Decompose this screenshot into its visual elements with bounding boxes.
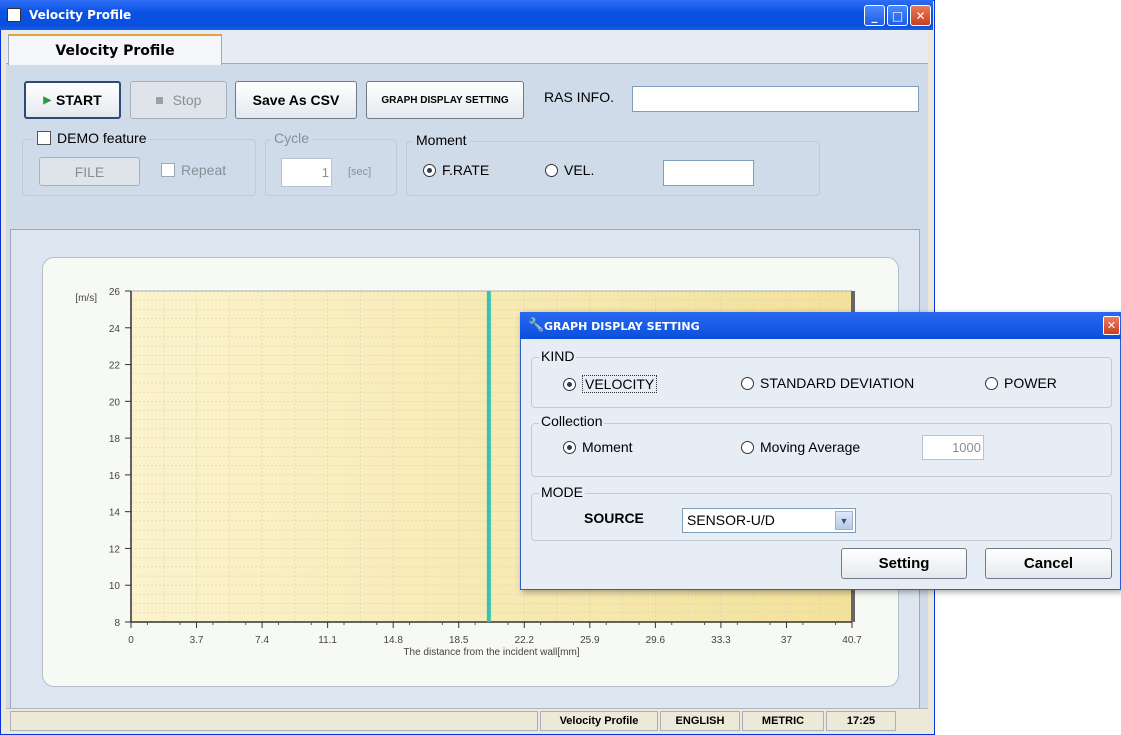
x-tick-label: 25.9 (580, 635, 600, 646)
x-axis-label: The distance from the incident wall[mm] (403, 647, 579, 658)
x-tick-label: 7.4 (255, 635, 269, 646)
moving-average-field[interactable] (922, 435, 984, 460)
x-tick-label: 37 (781, 635, 793, 646)
moving-average-radio[interactable]: Moving Average (741, 439, 860, 455)
y-tick-label: 18 (109, 434, 121, 445)
moment-radio-circle (563, 440, 576, 454)
wrench-icon: 🔧 (528, 318, 545, 333)
std-dev-radio-circle (741, 376, 754, 390)
y-tick-label: 14 (109, 508, 121, 519)
moment-radio[interactable]: Moment (563, 439, 633, 455)
setting-button[interactable]: Setting (841, 548, 967, 579)
collection-legend: Collection (539, 413, 605, 429)
x-tick-label: 22.2 (515, 635, 535, 646)
status-units: METRIC (742, 711, 824, 731)
cancel-button[interactable]: Cancel (985, 548, 1112, 579)
std-dev-label: STANDARD DEVIATION (760, 375, 915, 391)
power-label: POWER (1004, 375, 1057, 391)
kind-legend: KIND (539, 348, 577, 364)
chevron-down-icon[interactable]: ▼ (835, 511, 853, 530)
source-value: SENSOR-U/D (687, 512, 775, 528)
source-label: SOURCE (584, 510, 644, 526)
x-tick-label: 14.8 (383, 635, 403, 646)
y-tick-label: 20 (109, 397, 121, 408)
power-radio[interactable]: POWER (985, 375, 1057, 391)
y-tick-label: 16 (109, 471, 121, 482)
moment-label: Moment (582, 439, 633, 455)
x-tick-label: 33.3 (711, 635, 731, 646)
status-view: Velocity Profile (540, 711, 658, 731)
dialog-title: GRAPH DISPLAY SETTING (544, 320, 700, 333)
y-tick-label: 12 (109, 544, 121, 555)
dialog-close-button[interactable]: ✕ (1103, 316, 1120, 335)
x-tick-label: 0 (128, 635, 134, 646)
x-tick-label: 11.1 (318, 635, 337, 646)
source-select[interactable]: SENSOR-U/D ▼ (682, 508, 856, 533)
x-tick-label: 40.7 (842, 635, 862, 646)
y-tick-label: 24 (109, 324, 121, 335)
velocity-label: VELOCITY (582, 375, 658, 393)
moving-average-radio-circle (741, 440, 754, 454)
power-radio-circle (985, 376, 998, 390)
y-tick-label: 26 (109, 287, 121, 298)
status-language: ENGLISH (660, 711, 740, 731)
velocity-radio[interactable]: VELOCITY (563, 375, 658, 393)
status-time: 17:25 (826, 711, 896, 731)
x-tick-label: 29.6 (646, 635, 666, 646)
velocity-radio-circle (563, 377, 576, 391)
x-tick-label: 3.7 (190, 635, 204, 646)
y-tick-label: 8 (114, 618, 120, 629)
mode-legend: MODE (539, 484, 585, 500)
status-blank (10, 711, 538, 731)
moving-average-label: Moving Average (760, 439, 861, 455)
x-tick-label: 18.5 (449, 635, 469, 646)
y-axis-label: [m/s] (75, 293, 97, 304)
position-marker (486, 291, 491, 622)
y-tick-label: 22 (109, 361, 121, 372)
y-tick-label: 10 (109, 581, 121, 592)
std-dev-radio[interactable]: STANDARD DEVIATION (741, 375, 914, 391)
dialog-title-bar[interactable]: 🔧 GRAPH DISPLAY SETTING ✕ (520, 312, 1121, 339)
